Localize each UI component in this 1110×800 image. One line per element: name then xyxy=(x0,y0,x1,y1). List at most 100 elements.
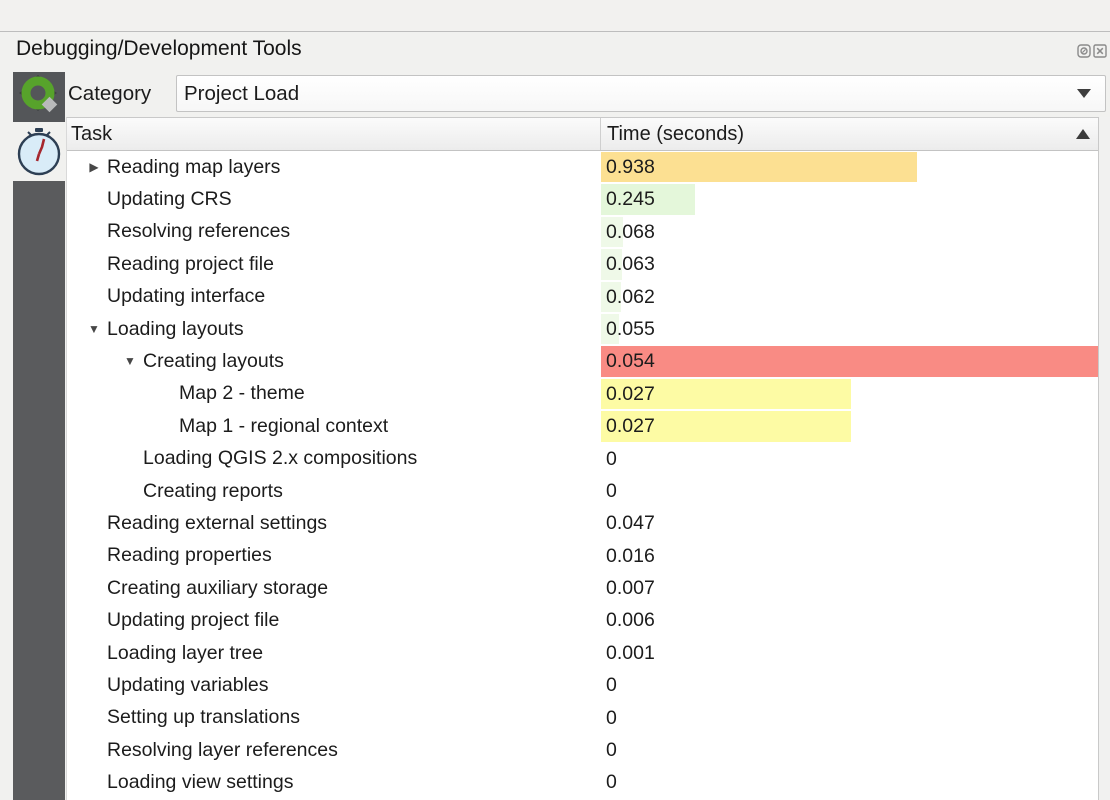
task-label: Loading view settings xyxy=(107,771,293,794)
task-cell: Loading view settings xyxy=(67,766,601,798)
table-row[interactable]: Updating variables 0 xyxy=(67,669,1098,701)
column-header-time[interactable]: Time (seconds) xyxy=(601,118,1098,150)
time-value: 0.068 xyxy=(601,221,655,243)
expander-icon[interactable]: ▶ xyxy=(81,151,107,183)
time-value: 0.054 xyxy=(601,350,655,372)
table-row[interactable]: Map 2 - theme 0.027 xyxy=(67,378,1098,410)
task-label: Updating project file xyxy=(107,609,279,632)
time-value: 0.016 xyxy=(601,545,655,567)
time-value: 0.063 xyxy=(601,253,655,275)
time-value: 0.006 xyxy=(601,609,655,631)
task-cell: Map 1 - regional context xyxy=(67,410,601,442)
time-value: 0.027 xyxy=(601,383,655,405)
table-row[interactable]: Setting up translations 0 xyxy=(67,702,1098,734)
expander-icon[interactable]: ▼ xyxy=(81,313,107,345)
time-cell: 0 xyxy=(601,669,1098,701)
task-label: Setting up translations xyxy=(107,706,300,729)
time-cell: 0.047 xyxy=(601,507,1098,539)
application-top-strip xyxy=(0,0,1110,32)
time-value: 0.007 xyxy=(601,577,655,599)
table-row[interactable]: Map 1 - regional context 0.027 xyxy=(67,410,1098,442)
category-selected-value: Project Load xyxy=(177,82,1077,106)
time-fraction-bar xyxy=(601,346,1098,376)
time-value: 0.001 xyxy=(601,642,655,664)
table-row[interactable]: ▼ Loading layouts 0.055 xyxy=(67,313,1098,345)
devtools-tab-rail xyxy=(13,72,65,800)
sort-ascending-icon xyxy=(1076,129,1090,139)
table-row[interactable]: Resolving references 0.068 xyxy=(67,216,1098,248)
task-tree: ▶ Reading map layers 0.938 Updating CRS … xyxy=(67,151,1098,799)
task-label: Reading properties xyxy=(107,544,272,567)
qgis-logo-icon xyxy=(13,72,65,122)
table-row[interactable]: Reading properties 0.016 xyxy=(67,540,1098,572)
task-label: Reading project file xyxy=(107,253,274,276)
expander-icon[interactable]: ▼ xyxy=(117,345,143,377)
table-row[interactable]: Updating project file 0.006 xyxy=(67,604,1098,636)
table-row[interactable]: Creating reports 0 xyxy=(67,475,1098,507)
task-cell: Resolving layer references xyxy=(67,734,601,766)
time-cell: 0.938 xyxy=(601,151,1098,183)
sidebar-tab-profiler[interactable] xyxy=(13,122,65,181)
time-cell: 0.062 xyxy=(601,281,1098,313)
table-row[interactable]: Loading view settings 0 xyxy=(67,766,1098,798)
task-cell: Creating auxiliary storage xyxy=(67,572,601,604)
task-cell: Resolving references xyxy=(67,216,601,248)
task-cell: Map 2 - theme xyxy=(67,378,601,410)
time-cell: 0.001 xyxy=(601,637,1098,669)
task-cell: Loading QGIS 2.x compositions xyxy=(67,443,601,475)
time-cell: 0 xyxy=(601,702,1098,734)
category-label: Category xyxy=(68,76,151,112)
time-value: 0 xyxy=(601,480,617,502)
table-row[interactable]: Reading project file 0.063 xyxy=(67,248,1098,280)
task-label: Updating CRS xyxy=(107,188,232,211)
time-cell: 0 xyxy=(601,475,1098,507)
task-cell: ▼ Creating layouts xyxy=(67,345,601,377)
time-cell: 0.054 xyxy=(601,345,1098,377)
profiler-table: Task Time (seconds) ▶ Reading map layers… xyxy=(66,117,1098,800)
task-label: Resolving references xyxy=(107,220,290,243)
time-cell: 0.245 xyxy=(601,183,1098,215)
time-cell: 0 xyxy=(601,443,1098,475)
task-label: Creating auxiliary storage xyxy=(107,577,328,600)
stopwatch-clock-icon xyxy=(15,126,63,178)
task-label: Map 2 - theme xyxy=(179,382,305,405)
time-cell: 0.006 xyxy=(601,604,1098,636)
task-cell: Updating variables xyxy=(67,669,601,701)
close-panel-button[interactable] xyxy=(1093,44,1107,58)
scrollbar-track[interactable] xyxy=(1098,117,1110,800)
float-panel-icon xyxy=(1077,44,1091,58)
table-row[interactable]: Resolving layer references 0 xyxy=(67,734,1098,766)
time-value: 0.047 xyxy=(601,512,655,534)
time-cell: 0.027 xyxy=(601,378,1098,410)
table-row[interactable]: Updating CRS 0.245 xyxy=(67,183,1098,215)
table-row[interactable]: Reading external settings 0.047 xyxy=(67,507,1098,539)
table-row[interactable]: Loading layer tree 0.001 xyxy=(67,637,1098,669)
column-header-task[interactable]: Task xyxy=(67,118,601,150)
time-value: 0 xyxy=(601,448,617,470)
task-label: Resolving layer references xyxy=(107,739,338,762)
task-cell: Creating reports xyxy=(67,475,601,507)
sidebar-tab-qgis[interactable] xyxy=(13,72,65,122)
table-row[interactable]: Creating auxiliary storage 0.007 xyxy=(67,572,1098,604)
table-row[interactable]: Loading QGIS 2.x compositions 0 xyxy=(67,443,1098,475)
table-header: Task Time (seconds) xyxy=(67,118,1098,151)
table-row[interactable]: ▶ Reading map layers 0.938 xyxy=(67,151,1098,183)
task-label: Loading layouts xyxy=(107,318,244,341)
task-cell: Updating CRS xyxy=(67,183,601,215)
time-cell: 0.063 xyxy=(601,248,1098,280)
table-row[interactable]: ▼ Creating layouts 0.054 xyxy=(67,345,1098,377)
task-cell: ▶ Reading map layers xyxy=(67,151,601,183)
time-cell: 0 xyxy=(601,766,1098,798)
task-cell: Reading properties xyxy=(67,540,601,572)
time-value: 0.938 xyxy=(601,156,655,178)
task-cell: Loading layer tree xyxy=(67,637,601,669)
time-cell: 0.016 xyxy=(601,540,1098,572)
task-cell: Reading project file xyxy=(67,248,601,280)
time-value: 0.062 xyxy=(601,286,655,308)
time-cell: 0.007 xyxy=(601,572,1098,604)
task-label: Loading layer tree xyxy=(107,642,263,665)
float-panel-button[interactable] xyxy=(1077,44,1091,58)
table-row[interactable]: Updating interface 0.062 xyxy=(67,281,1098,313)
category-combobox[interactable]: Project Load xyxy=(176,75,1106,112)
task-cell: Updating project file xyxy=(67,604,601,636)
